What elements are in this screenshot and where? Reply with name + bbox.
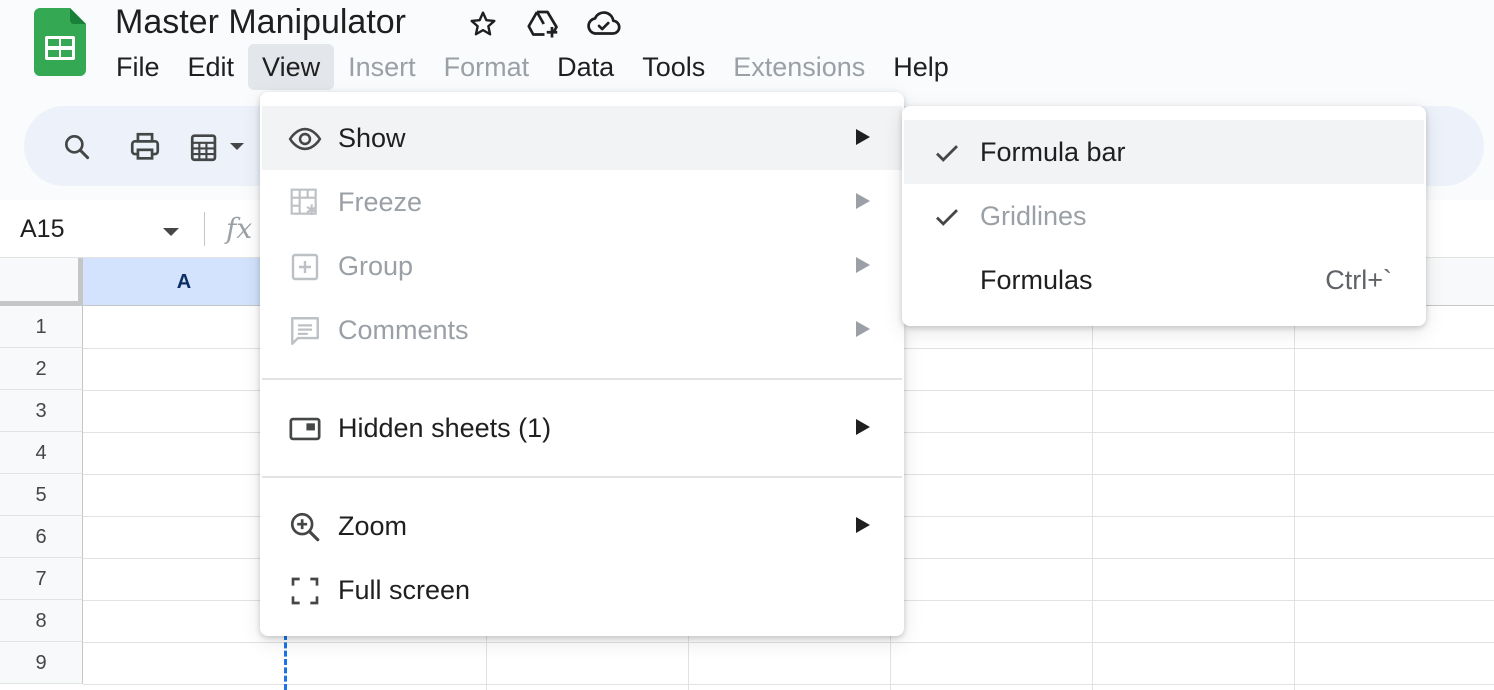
- column-header-a[interactable]: A: [83, 258, 285, 306]
- check-icon: [932, 202, 962, 232]
- row-header[interactable]: 1: [0, 306, 83, 348]
- gridline: [1294, 306, 1295, 690]
- gridline: [83, 684, 1494, 685]
- eye-icon: [288, 122, 322, 156]
- format-painter-icon[interactable]: [184, 126, 226, 168]
- submenu-arrow-icon: [856, 517, 870, 533]
- page-break-line: [284, 634, 287, 690]
- submenu-arrow-icon: [856, 321, 870, 337]
- sheets-logo-icon[interactable]: [34, 8, 86, 76]
- view-menu-item-label: Show: [338, 123, 406, 153]
- show-menu-item-label: Gridlines: [980, 201, 1087, 231]
- menu-insert[interactable]: Insert: [334, 44, 430, 90]
- hidden-sheets-icon: [288, 412, 322, 446]
- move-to-drive-icon[interactable]: [524, 5, 562, 43]
- submenu-arrow-icon: [856, 193, 870, 209]
- row-header[interactable]: 8: [0, 600, 83, 642]
- show-menu-item-formulas[interactable]: Formulas Ctrl+`: [904, 248, 1424, 312]
- star-icon[interactable]: [464, 5, 502, 43]
- view-menu-item-label: Full screen: [338, 575, 471, 605]
- cloud-saved-icon[interactable]: [584, 5, 622, 43]
- freeze-icon: [288, 186, 322, 220]
- menu-data[interactable]: Data: [543, 44, 628, 90]
- group-icon: [288, 250, 322, 284]
- select-all-corner[interactable]: [0, 258, 83, 306]
- menu-edit[interactable]: Edit: [174, 44, 249, 90]
- menu-bar: File Edit View Insert Format Data Tools …: [102, 44, 963, 90]
- view-menu-item-full-screen[interactable]: Full screen: [262, 558, 902, 622]
- show-submenu: Formula bar Gridlines Formulas Ctrl+`: [902, 106, 1426, 326]
- view-menu-item-label: Hidden sheets (1): [338, 413, 552, 443]
- submenu-arrow-icon: [856, 257, 870, 273]
- row-header[interactable]: 7: [0, 558, 83, 600]
- view-menu-item-comments[interactable]: Comments: [262, 298, 902, 362]
- view-menu-item-zoom[interactable]: Zoom: [262, 494, 902, 558]
- row-headers: 1 2 3 4 5 6 7 8 9: [0, 306, 83, 684]
- submenu-arrow-icon: [856, 419, 870, 435]
- name-box[interactable]: A15: [20, 214, 64, 244]
- menu-extensions[interactable]: Extensions: [719, 44, 879, 90]
- view-menu-dropdown: Show Freeze Group Comments Hidden sheets…: [260, 92, 904, 636]
- menu-help[interactable]: Help: [879, 44, 963, 90]
- keyboard-shortcut: Ctrl+`: [1325, 265, 1392, 295]
- name-box-dropdown-icon[interactable]: [162, 224, 180, 242]
- formula-bar-divider: [204, 212, 205, 246]
- gridline: [83, 642, 1494, 643]
- search-icon[interactable]: [56, 126, 98, 168]
- menu-view[interactable]: View: [248, 44, 335, 90]
- view-menu-item-show[interactable]: Show: [262, 106, 902, 170]
- row-header[interactable]: 9: [0, 642, 83, 684]
- gridline: [1092, 306, 1093, 690]
- row-header[interactable]: 5: [0, 474, 83, 516]
- show-menu-item-label: Formula bar: [980, 137, 1126, 167]
- fullscreen-icon: [288, 574, 322, 608]
- check-icon: [932, 138, 962, 168]
- fx-icon: fx: [226, 212, 253, 245]
- view-menu-item-hidden-sheets[interactable]: Hidden sheets (1): [262, 396, 902, 460]
- row-header[interactable]: 6: [0, 516, 83, 558]
- row-header[interactable]: 3: [0, 390, 83, 432]
- show-menu-item-label: Formulas: [980, 265, 1093, 295]
- view-menu-item-freeze[interactable]: Freeze: [262, 170, 902, 234]
- menu-file[interactable]: File: [102, 44, 174, 90]
- submenu-arrow-icon: [856, 129, 870, 145]
- comments-icon: [288, 314, 322, 348]
- document-title[interactable]: Master Manipulator: [115, 2, 406, 42]
- menu-separator: [262, 378, 902, 380]
- menu-separator: [262, 476, 902, 478]
- show-menu-item-formula-bar[interactable]: Formula bar: [904, 120, 1424, 184]
- view-menu-item-label: Freeze: [338, 187, 423, 217]
- view-menu-item-label: Zoom: [338, 511, 408, 541]
- dropdown-icon[interactable]: [222, 126, 252, 168]
- menu-tools[interactable]: Tools: [628, 44, 719, 90]
- menu-format[interactable]: Format: [430, 44, 544, 90]
- row-header[interactable]: 2: [0, 348, 83, 390]
- view-menu-item-label: Group: [338, 251, 414, 281]
- view-menu-item-group[interactable]: Group: [262, 234, 902, 298]
- row-header[interactable]: 4: [0, 432, 83, 474]
- zoom-in-icon: [288, 510, 322, 544]
- print-icon[interactable]: [124, 126, 166, 168]
- show-menu-item-gridlines[interactable]: Gridlines: [904, 184, 1424, 248]
- view-menu-item-label: Comments: [338, 315, 469, 345]
